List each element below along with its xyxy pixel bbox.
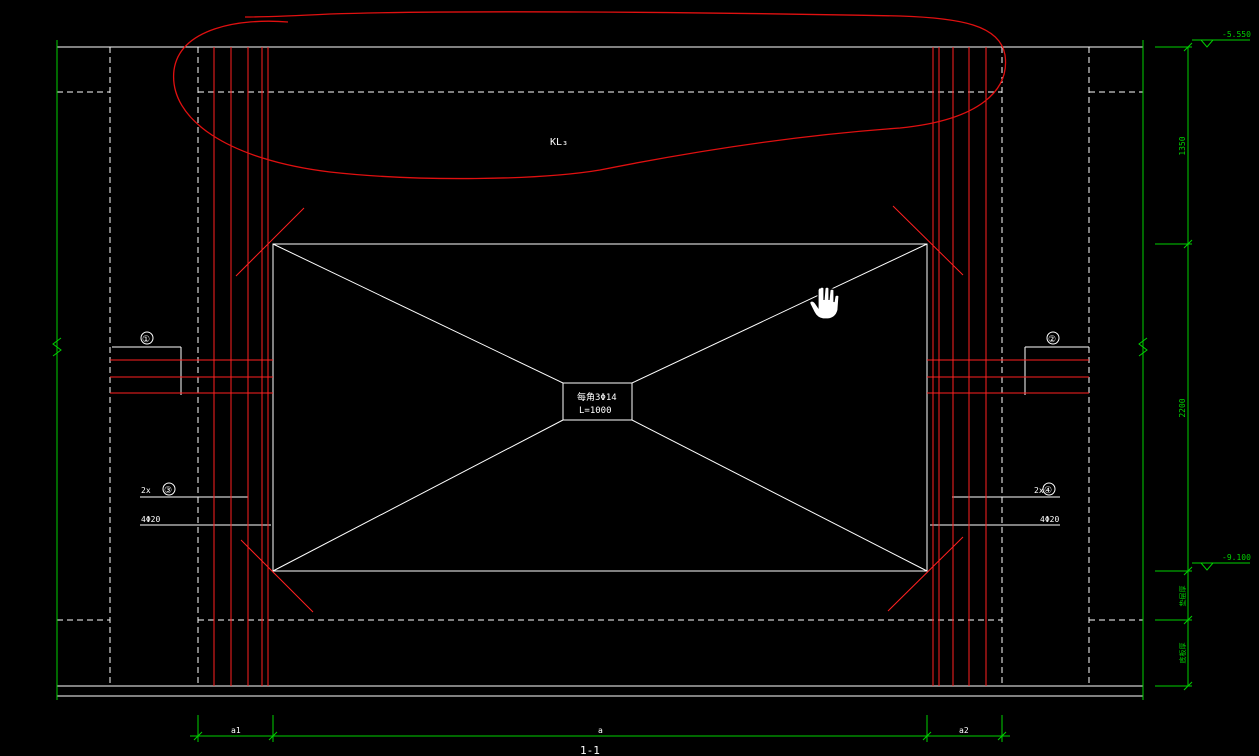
dimension-vertical-2: 2200 (1178, 398, 1187, 417)
dimension-vertical-4: 底板厚 (1178, 643, 1187, 664)
hand-pointer-icon (809, 286, 840, 320)
dimension-horizontal-3: a2 (959, 726, 969, 735)
section-label: 1-1 (580, 744, 600, 756)
dimension-vertical-1: 1350 (1178, 136, 1187, 155)
revision-cloud (173, 11, 1007, 180)
cad-drawing-canvas[interactable]: KL₃ 每角3Φ14 L=1000 ① ② 2x ③ 2x ④ 4Φ20 4Φ2… (0, 0, 1259, 756)
callout-right-mid-prefix: 2x (1034, 486, 1044, 495)
beam-label: KL₃ (550, 137, 568, 148)
rebar-left-label: 4Φ20 (141, 515, 160, 524)
opening-note-line1: 每角3Φ14 (577, 391, 617, 403)
dimension-lines (52, 39, 1250, 742)
callout-left-mid-prefix: 2x (141, 486, 151, 495)
opening-note-line2: L=1000 (579, 406, 612, 416)
dimension-vertical-3: 垫层厚 (1178, 586, 1187, 607)
elevation-bottom-label: -9.100 (1222, 553, 1251, 562)
callout-left-top: ① (142, 335, 150, 345)
rebar-right-label: 4Φ20 (1040, 515, 1059, 524)
dimension-horizontal-2: a (598, 726, 603, 735)
rebar-lines (110, 47, 1089, 686)
outline-structure (57, 46, 1143, 697)
dimension-horizontal-1: a1 (231, 726, 241, 735)
callout-right-mid: ④ (1044, 486, 1052, 496)
callout-left-mid: ③ (164, 486, 172, 496)
elevation-top-label: -5.550 (1222, 30, 1251, 39)
callout-right-top: ② (1048, 335, 1056, 345)
